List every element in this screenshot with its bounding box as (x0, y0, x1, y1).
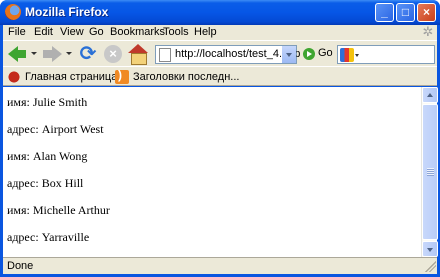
menu-bookmarks[interactable]: Bookmarks (110, 26, 165, 38)
search-engine-icon[interactable] (340, 48, 354, 62)
search-input[interactable] (337, 45, 435, 64)
record-name: имя: Michelle Arthur (7, 203, 110, 217)
forward-history-dropdown[interactable] (66, 52, 72, 55)
back-history-dropdown[interactable] (31, 52, 37, 55)
scroll-down-button[interactable] (422, 241, 438, 257)
status-text: Done (7, 260, 34, 272)
scroll-up-button[interactable] (422, 87, 438, 103)
forward-arrow-icon[interactable] (41, 44, 63, 64)
page-icon (159, 48, 171, 62)
menu-file[interactable]: File (8, 26, 26, 38)
title-bar[interactable]: Mozilla Firefox _ □ × (0, 0, 440, 25)
browser-window: Mozilla Firefox _ □ × File Edit View Go … (0, 0, 440, 277)
stop-glyph: × (104, 45, 122, 63)
url-dropdown-button[interactable] (281, 46, 296, 63)
record-address: адрес: Box Hill (7, 176, 84, 190)
menu-go[interactable]: Go (89, 26, 104, 38)
vertical-scrollbar[interactable] (421, 87, 438, 257)
record-name: имя: Julie Smith (7, 95, 88, 109)
menu-edit[interactable]: Edit (34, 26, 53, 38)
search-engine-dropdown[interactable] (355, 54, 359, 57)
menu-tools[interactable]: Tools (163, 26, 189, 38)
navigation-toolbar: ⟳ × http://localhost/test_4.php Go (3, 40, 437, 66)
go-icon[interactable] (303, 48, 315, 60)
rss-dot-icon (7, 70, 21, 84)
page-content: имя: Julie Smith адрес: Airport West имя… (3, 87, 421, 257)
maximize-button[interactable]: □ (396, 3, 415, 22)
home-icon[interactable] (127, 44, 149, 65)
bookmark-label: Заголовки последн... (133, 71, 240, 83)
menu-view[interactable]: View (60, 26, 84, 38)
window-title: Mozilla Firefox (25, 5, 109, 19)
menu-bar: File Edit View Go Bookmarks Tools Help ✲ (3, 25, 437, 40)
resize-grip-icon[interactable] (425, 261, 436, 272)
close-button[interactable]: × (417, 3, 436, 22)
stop-icon[interactable]: × (102, 44, 124, 64)
minimize-button[interactable]: _ (375, 3, 394, 22)
throbber-icon: ✲ (422, 24, 434, 39)
go-button[interactable]: Go (318, 47, 333, 59)
grip-icon (427, 168, 434, 176)
url-bar[interactable]: http://localhost/test_4.php (155, 45, 300, 64)
back-arrow-icon[interactable] (6, 44, 28, 64)
bookmark-item[interactable]: Главная страница ... (7, 70, 130, 84)
record-name: имя: Alan Wong (7, 149, 88, 163)
bookmarks-toolbar: Главная страница ... Заголовки последн..… (3, 66, 437, 86)
firefox-logo-icon (5, 4, 21, 20)
record-address: адрес: Airport West (7, 122, 104, 136)
scroll-thumb[interactable] (422, 104, 438, 240)
rss-feed-icon (115, 68, 129, 84)
bookmark-item[interactable]: Заголовки последн... (115, 68, 239, 84)
record-address: адрес: Yarraville (7, 230, 90, 244)
reload-icon[interactable]: ⟳ (77, 44, 99, 64)
bookmark-label: Главная страница ... (25, 71, 130, 83)
menu-help[interactable]: Help (194, 26, 217, 38)
status-bar: Done (3, 257, 437, 274)
